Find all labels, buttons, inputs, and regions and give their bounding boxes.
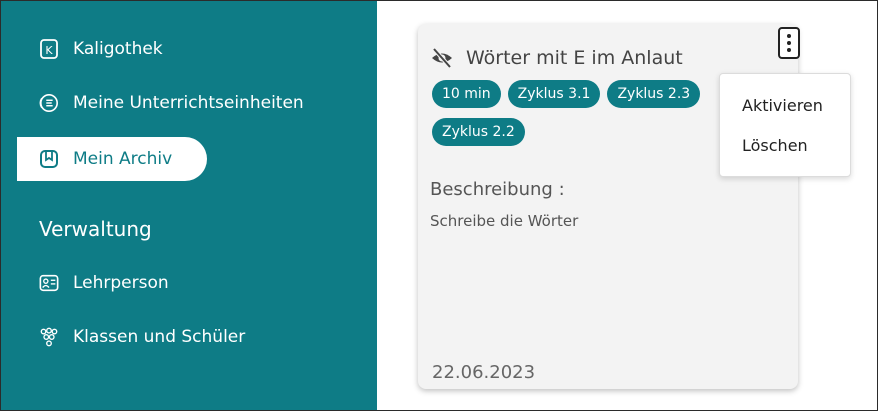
tag: Zyklus 3.1 [507,80,601,108]
lesson-icon [39,93,59,113]
more-options-button[interactable] [778,27,800,59]
kebab-dot-icon [787,48,791,52]
archive-icon [39,149,59,169]
sidebar-item-unterrichtseinheiten[interactable]: Meine Unterrichtseinheiten [17,81,304,125]
id-card-icon [39,273,59,293]
card-title: Wörter mit E im Anlaut [430,46,683,70]
context-menu: Aktivieren Löschen [719,73,851,177]
eye-slash-icon [430,46,454,70]
card-date: 22.06.2023 [432,362,536,383]
sidebar-item-label: Lehrperson [73,273,169,293]
menu-item-loeschen[interactable]: Löschen [742,136,808,155]
sidebar: K Kaligothek Meine Unterrichtseinheiten … [1,1,377,410]
sidebar-item-label: Klassen und Schüler [73,327,246,347]
tag: Zyklus 2.2 [432,118,525,146]
kebab-dot-icon [787,41,791,45]
sidebar-item-label: Kaligothek [73,39,163,59]
tag: 10 min [432,80,501,108]
section-title-verwaltung: Verwaltung [39,217,152,241]
k-book-icon: K [39,39,59,59]
description-label: Beschreibung : [430,179,565,200]
menu-item-aktivieren[interactable]: Aktivieren [742,96,823,115]
card-title-text: Wörter mit E im Anlaut [466,47,683,69]
sidebar-item-label: Meine Unterrichtseinheiten [73,93,304,113]
sidebar-item-klassen[interactable]: Klassen und Schüler [17,315,245,359]
description-text: Schreibe die Wörter [430,212,579,230]
sidebar-item-kaligothek[interactable]: K Kaligothek [17,27,163,71]
sidebar-item-lehrperson[interactable]: Lehrperson [17,261,169,305]
tag-list: 10 min Zyklus 3.1 Zyklus 2.3 Zyklus 2.2 [432,80,732,156]
sidebar-item-label: Mein Archiv [73,149,173,169]
sidebar-item-archiv[interactable]: Mein Archiv [17,137,207,181]
tag: Zyklus 2.3 [607,80,701,108]
kebab-dot-icon [787,34,791,38]
svg-text:K: K [45,44,53,57]
people-group-icon [39,327,59,347]
